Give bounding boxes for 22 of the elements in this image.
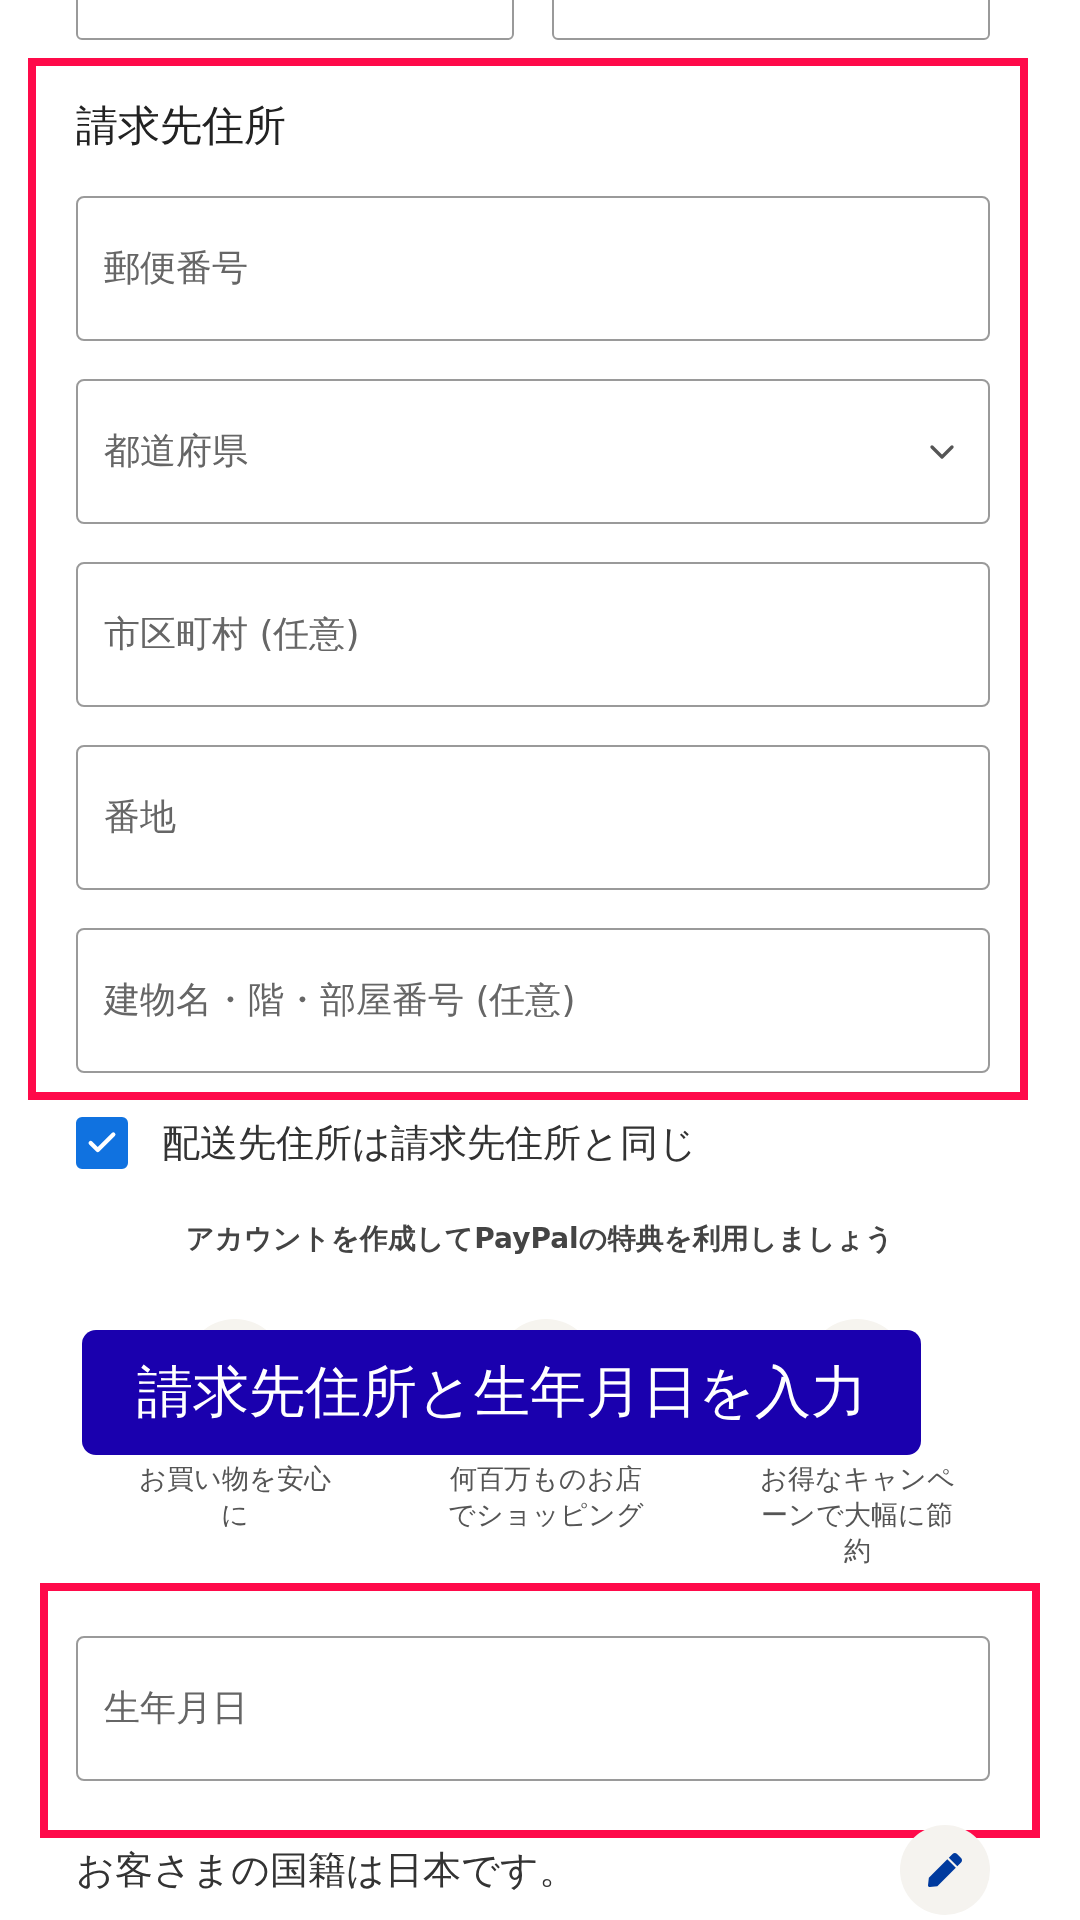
placeholder: 郵便番号 xyxy=(104,246,248,290)
checkbox[interactable] xyxy=(76,1117,128,1169)
placeholder: 生年月日 xyxy=(104,1686,248,1730)
caption-banner: 請求先住所と生年月日を入力 xyxy=(82,1330,921,1455)
benefit-text: お得なキャンペーンで大幅に節約 xyxy=(759,1462,955,1568)
placeholder: 建物名・階・部屋番号 (任意) xyxy=(104,978,576,1022)
input-field[interactable]: 市区町村 (任意) xyxy=(76,562,990,707)
input-field[interactable]: 番地 xyxy=(76,745,990,890)
section-heading: 請求先住所 xyxy=(76,100,287,152)
select-field[interactable]: 都道府県 xyxy=(76,379,990,524)
benefit-text: 何百万ものお店でショッピング xyxy=(448,1462,644,1532)
nationality-text: お客さまの国籍は日本です。 xyxy=(76,1846,577,1894)
promo-heading: アカウントを作成してPayPalの特典を利用しましょう xyxy=(185,1221,895,1257)
placeholder: 市区町村 (任意) xyxy=(104,612,360,656)
pencil-icon xyxy=(928,1853,962,1887)
input-field[interactable]: 生年月日 xyxy=(76,1636,990,1781)
input-field[interactable]: 建物名・階・部屋番号 (任意) xyxy=(76,928,990,1073)
placeholder: 番地 xyxy=(104,795,176,839)
placeholder: 都道府県 xyxy=(104,429,248,473)
checkbox-label: 配送先住所は請求先住所と同じ xyxy=(162,1119,697,1167)
benefit-text: お買い物を安心に xyxy=(138,1462,332,1532)
input-field[interactable]: 郵便番号 xyxy=(76,196,990,341)
